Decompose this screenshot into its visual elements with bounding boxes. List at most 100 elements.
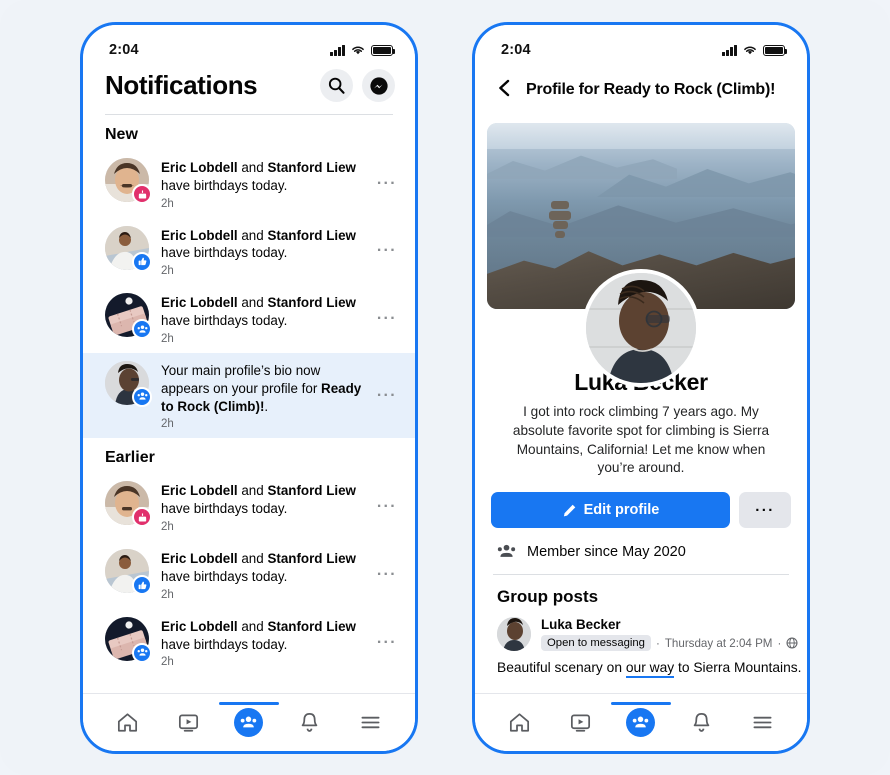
notifications-screen: 2:04 Notifications New Eric Lobdell and … <box>83 25 415 751</box>
video-icon <box>178 714 198 732</box>
post-body-suffix: to Sierra Mountains. <box>674 660 802 675</box>
nav-menu[interactable] <box>740 703 786 743</box>
notification-body: have birthdays today. <box>161 245 288 261</box>
actor-name-1: Eric Lobdell <box>161 160 238 175</box>
conjunction: and <box>237 618 268 634</box>
search-button[interactable] <box>320 69 353 102</box>
notification-time: 2h <box>161 418 174 431</box>
notification-menu-button[interactable]: ··· <box>377 634 401 652</box>
header-buttons <box>320 69 395 102</box>
bio-text-prefix: Your main profile’s bio now appears on y… <box>161 362 322 396</box>
actor-name-1: Eric Lobdell <box>161 483 238 499</box>
notification-item[interactable]: Eric Lobdell and Stanford Liew have birt… <box>83 473 415 541</box>
edit-profile-button[interactable]: Edit profile <box>491 492 730 528</box>
groups-icon <box>132 642 152 663</box>
edit-profile-label: Edit profile <box>583 502 660 518</box>
birthday-cake-icon <box>132 184 152 204</box>
notification-menu-button[interactable]: ··· <box>377 175 401 193</box>
notification-menu-button[interactable]: ··· <box>377 566 401 584</box>
notification-text: Eric Lobdell and Stanford Liew have birt… <box>161 293 365 345</box>
back-button[interactable] <box>497 78 512 103</box>
notification-line: Eric Lobdell and Stanford Liew <box>161 482 365 500</box>
nav-notifications[interactable] <box>287 703 333 743</box>
status-icons <box>722 44 788 56</box>
post-body: Beautiful scenary on our way to Sierra M… <box>475 651 807 678</box>
notification-item[interactable]: Eric Lobdell and Stanford Liew have birt… <box>83 218 415 286</box>
page-title: Notifications <box>105 70 258 100</box>
actor-name-1: Eric Lobdell <box>161 618 238 634</box>
status-icons <box>330 44 396 56</box>
groups-icon <box>234 708 264 737</box>
notification-menu-button[interactable]: ··· <box>377 310 401 328</box>
profile-avatar[interactable] <box>582 269 700 387</box>
notification-time: 2h <box>161 656 174 669</box>
notification-item[interactable]: Eric Lobdell and Stanford Liew have birt… <box>83 609 415 677</box>
notification-body: have birthdays today. <box>161 313 288 329</box>
notification-menu-button[interactable]: ··· <box>377 242 401 260</box>
post-timestamp: Thursday at 2:04 PM <box>664 636 773 650</box>
home-icon <box>117 713 137 732</box>
notification-menu-button[interactable]: ··· <box>377 387 401 405</box>
post-separator: · <box>655 636 660 650</box>
profile-actions: Edit profile ··· <box>491 492 791 528</box>
avatar <box>105 293 152 340</box>
notification-item-highlighted[interactable]: Your main profile’s bio now appears on y… <box>83 352 415 439</box>
nav-notifications[interactable] <box>679 703 725 743</box>
home-icon <box>509 713 529 732</box>
groups-icon <box>132 319 152 340</box>
actor-name-1: Eric Lobdell <box>161 227 238 243</box>
member-since-row: Member since May 2020 <box>475 528 807 561</box>
nav-menu[interactable] <box>348 703 394 743</box>
nav-home[interactable] <box>496 703 542 743</box>
status-bar-right: 2:04 <box>475 25 807 65</box>
notification-item[interactable]: Eric Lobdell and Stanford Liew have birt… <box>83 541 415 609</box>
avatar <box>105 360 152 407</box>
avatar <box>105 158 152 204</box>
status-time: 2:04 <box>109 42 139 58</box>
phone-profile: 2:04 Profile for Ready to Rock (Climb)! <box>472 22 810 754</box>
wifi-icon <box>352 46 364 55</box>
nav-groups[interactable] <box>610 701 671 743</box>
rock-cairn <box>547 201 573 247</box>
profile-header: Profile for Ready to Rock (Climb)! <box>475 65 807 109</box>
notification-body: have birthdays today. <box>161 636 288 652</box>
bottom-navigation-right <box>475 693 807 751</box>
notification-text: Eric Lobdell and Stanford Liew have birt… <box>161 481 365 533</box>
phone-notifications: 2:04 Notifications New Eric Lobdell and … <box>80 22 418 754</box>
post-header: Luka Becker Open to messaging · Thursday… <box>475 607 807 651</box>
actor-name-2: Stanford Liew <box>267 551 356 567</box>
notification-item[interactable]: Eric Lobdell and Stanford Liew have birt… <box>83 285 415 353</box>
actor-name-2: Stanford Liew <box>267 295 356 311</box>
nav-video[interactable] <box>557 703 603 743</box>
bio-text-suffix: . <box>264 398 269 414</box>
actor-name-2: Stanford Liew <box>267 227 356 243</box>
nav-groups[interactable] <box>218 701 279 743</box>
battery-icon <box>371 44 396 56</box>
back-chevron-icon <box>499 79 510 96</box>
profile-more-button[interactable]: ··· <box>739 492 791 528</box>
notification-text: Eric Lobdell and Stanford Liew have birt… <box>161 226 365 278</box>
nav-home[interactable] <box>104 703 150 743</box>
notification-text: Eric Lobdell and Stanford Liew have birt… <box>161 549 365 601</box>
profile-bio: I got into rock climbing 7 years ago. My… <box>512 404 770 476</box>
open-to-messaging-chip: Open to messaging <box>541 635 651 651</box>
conjunction: and <box>237 160 268 175</box>
post-separator-2: · <box>777 636 782 650</box>
pencil-icon <box>563 504 575 516</box>
messenger-button[interactable] <box>362 69 395 102</box>
messenger-icon <box>369 76 388 95</box>
section-header-new: New <box>105 126 138 143</box>
notification-line: Eric Lobdell and Stanford Liew <box>161 159 365 177</box>
notification-line: Eric Lobdell and Stanford Liew <box>161 294 365 312</box>
notification-time: 2h <box>161 588 174 601</box>
notification-time: 2h <box>161 521 174 534</box>
post-author-avatar[interactable] <box>497 617 531 651</box>
notification-menu-button[interactable]: ··· <box>377 498 401 516</box>
nav-video[interactable] <box>165 703 211 743</box>
notification-item[interactable]: Eric Lobdell and Stanford Liew have birt… <box>83 150 415 218</box>
post-subline: Open to messaging · Thursday at 2:04 PM … <box>541 635 798 651</box>
sky <box>487 123 795 149</box>
actor-name-1: Eric Lobdell <box>161 551 238 567</box>
notification-line: Eric Lobdell and Stanford Liew <box>161 618 365 636</box>
post-body-link[interactable]: our way <box>625 660 675 678</box>
